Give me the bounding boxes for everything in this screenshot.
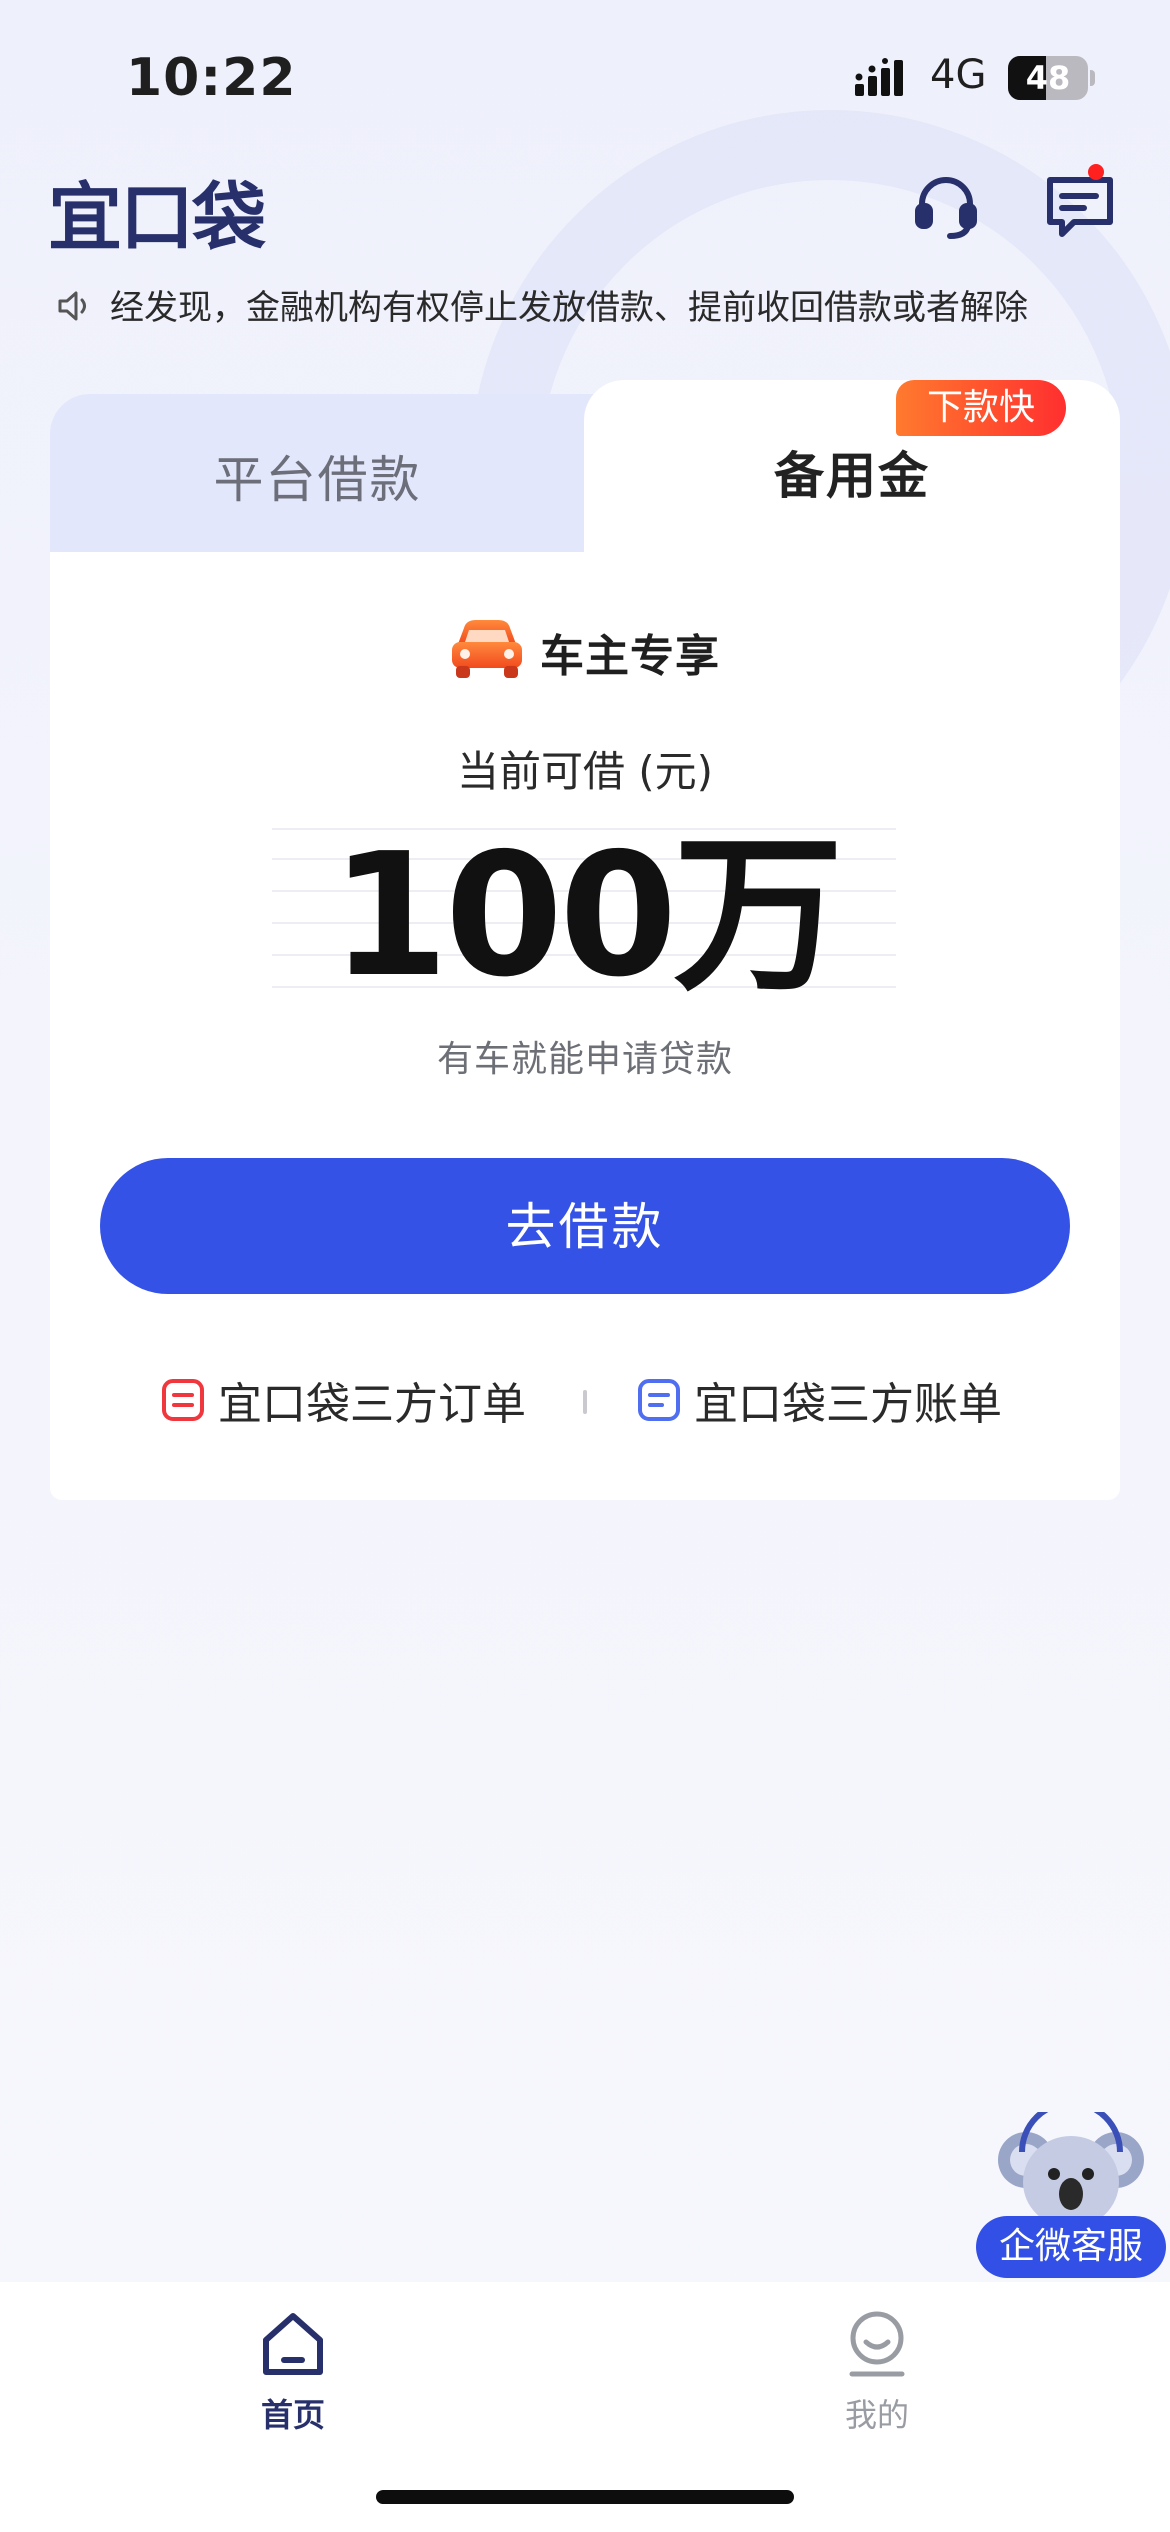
- status-time: 10:22: [126, 48, 297, 108]
- loan-card: [50, 552, 1120, 1500]
- loan-amount: 100万: [330, 817, 844, 1015]
- link-separator: [583, 1390, 587, 1414]
- home-icon[interactable]: [260, 2310, 326, 2380]
- borrow-button[interactable]: 去借款: [100, 1158, 1070, 1294]
- order-icon: [162, 1379, 204, 1421]
- notice-marquee: 经发现，金融机构有权停止发放借款、提前收回借款或者解除: [110, 288, 1028, 328]
- third-party-orders-link[interactable]: 宜口袋三方订单: [160, 1370, 526, 1430]
- home-indicator[interactable]: [376, 2490, 794, 2504]
- battery-cap: [1090, 70, 1095, 86]
- tab-home-label[interactable]: 首页: [193, 2390, 393, 2436]
- battery-icon: 48: [1008, 56, 1088, 100]
- network-type: 4G: [930, 52, 987, 98]
- fast-badge: 下款快: [896, 380, 1066, 436]
- third-party-orders-label: 宜口袋三方订单: [218, 1379, 526, 1430]
- amount-subtitle: 有车就能申请贷款: [436, 1039, 733, 1080]
- third-party-bills-link[interactable]: 宜口袋三方账单: [636, 1370, 1002, 1430]
- wecom-service-button[interactable]: 企微客服: [976, 2216, 1166, 2278]
- app-logo: 宜口袋: [48, 175, 266, 261]
- available-label: 当前可借 (元): [456, 747, 714, 796]
- bill-icon: [638, 1379, 680, 1421]
- offer-title: 车主专享: [540, 631, 720, 682]
- speaker-icon: [58, 291, 86, 321]
- tab-mine-label[interactable]: 我的: [777, 2390, 977, 2436]
- tab-reserve-fund-label[interactable]: 备用金: [584, 436, 1120, 508]
- third-party-bills-label: 宜口袋三方账单: [694, 1379, 1002, 1430]
- tab-platform-loan-label[interactable]: 平台借款: [50, 440, 585, 512]
- message-icon[interactable]: [1044, 170, 1116, 242]
- headset-icon[interactable]: [910, 170, 982, 242]
- signal-icon: [855, 58, 903, 96]
- car-icon: [452, 620, 522, 678]
- unread-dot: [1088, 164, 1104, 180]
- battery-percent: 48: [1025, 59, 1071, 97]
- profile-icon[interactable]: [844, 2310, 910, 2380]
